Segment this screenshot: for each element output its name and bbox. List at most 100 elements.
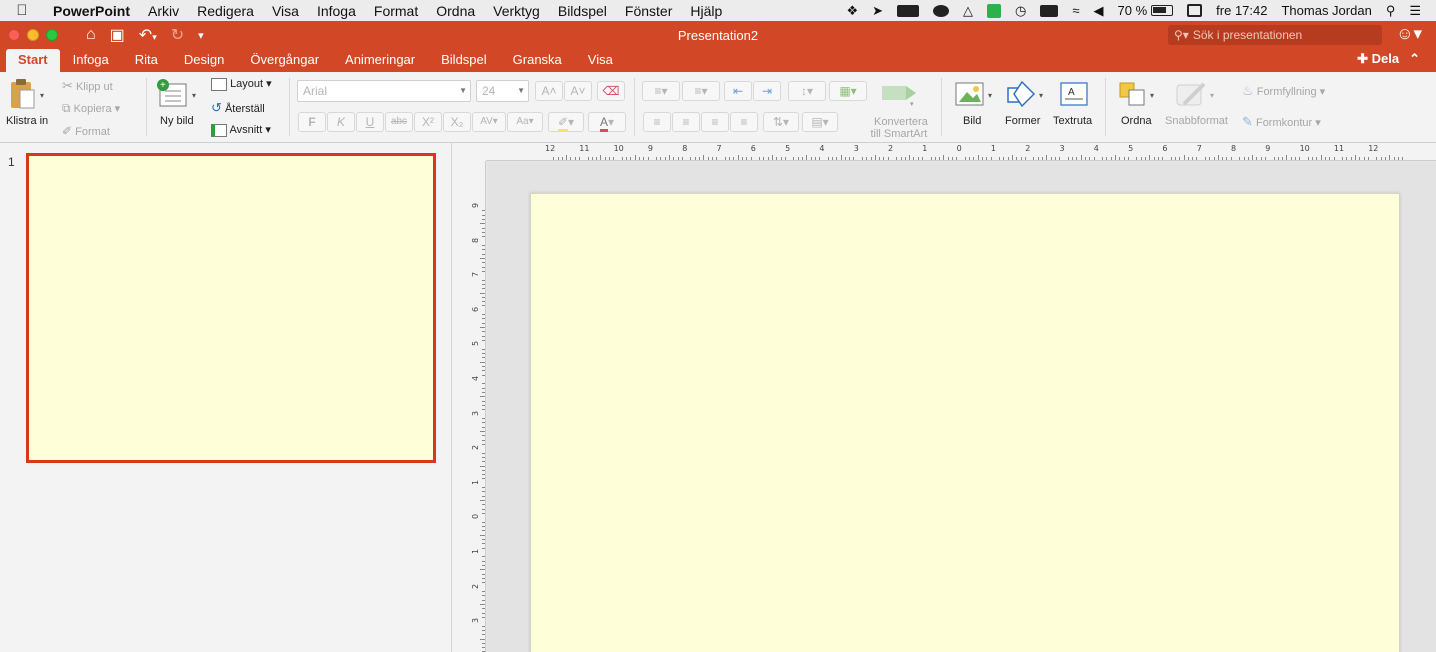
menu-fonster[interactable]: Fönster [616, 3, 681, 19]
textbox-button[interactable]: A [1059, 80, 1089, 108]
redo-icon[interactable]: ↻ [171, 25, 184, 45]
clock[interactable]: fre 17:42 [1209, 3, 1274, 18]
increase-indent-button[interactable]: ⇥ [753, 81, 781, 101]
layout-button[interactable]: Layout ▾ [211, 77, 272, 91]
feedback-smiley-icon[interactable]: ☺▾ [1396, 24, 1422, 44]
menu-app-name[interactable]: PowerPoint [44, 3, 139, 19]
tab-granska[interactable]: Granska [500, 49, 575, 72]
underline-button[interactable]: U [356, 112, 384, 132]
italic-button[interactable]: K [327, 112, 355, 132]
slide-thumbnail-selected[interactable] [26, 153, 436, 463]
tab-infoga[interactable]: Infoga [60, 49, 122, 72]
align-text-button[interactable]: ▤▾ [802, 112, 838, 132]
arrange-button[interactable]: ▾ [1119, 80, 1159, 108]
time-machine-icon[interactable]: ◷ [1008, 3, 1033, 19]
battery-status[interactable]: 70 % [1111, 3, 1181, 18]
align-left-button[interactable]: ≡ [643, 112, 671, 132]
menu-verktyg[interactable]: Verktyg [484, 3, 549, 19]
strikethrough-button[interactable]: abc [385, 112, 413, 132]
minimize-window-button[interactable] [27, 29, 39, 41]
hat-icon[interactable] [926, 4, 956, 17]
tab-visa[interactable]: Visa [575, 49, 626, 72]
save-icon[interactable]: ▣ [110, 25, 125, 45]
share-button[interactable]: ✚ Dela ⌃ [1357, 51, 1420, 67]
menu-redigera[interactable]: Redigera [188, 3, 263, 19]
change-case-button[interactable]: Aa▾ [507, 112, 543, 132]
shape-outline-button[interactable]: ✎ Formkontur ▾ [1242, 114, 1321, 130]
slide-canvas[interactable] [530, 193, 1400, 652]
bullets-button[interactable]: ≡▾ [642, 81, 680, 101]
clear-formatting-icon[interactable]: ⌫ [597, 81, 625, 101]
shapes-button[interactable]: ▾ [1006, 80, 1048, 108]
decrease-font-size-button[interactable]: A˅ [564, 81, 592, 101]
font-name-combobox[interactable]: Arial ▼ [297, 80, 471, 102]
ruler-label: 2 [888, 144, 894, 153]
pane-splitter[interactable] [452, 143, 468, 652]
close-window-button[interactable] [8, 29, 20, 41]
tab-rita[interactable]: Rita [122, 49, 171, 72]
menu-format[interactable]: Format [365, 3, 427, 19]
menu-arkiv[interactable]: Arkiv [139, 3, 188, 19]
decrease-indent-button[interactable]: ⇤ [724, 81, 752, 101]
columns-button[interactable]: ▦▾ [829, 81, 867, 101]
telegram-icon[interactable]: ➤ [865, 3, 890, 19]
highlight-color-button[interactable]: ✐▾ [548, 112, 584, 132]
ruler-tick [1136, 157, 1138, 160]
tab-design[interactable]: Design [171, 49, 237, 72]
character-spacing-button[interactable]: AV▾ [472, 112, 506, 132]
picture-button[interactable]: ▾ [955, 80, 997, 108]
evernote-icon[interactable] [980, 3, 1008, 18]
tab-animeringar[interactable]: Animeringar [332, 49, 428, 72]
volume-icon[interactable]: ◀ [1087, 3, 1111, 19]
copy-button[interactable]: ⧉ Kopiera ▾ [62, 101, 120, 116]
undo-icon[interactable]: ↶▾ [139, 25, 157, 45]
search-input[interactable]: ⚲▾ Sök i presentationen [1168, 25, 1382, 45]
triangle-icon[interactable]: △ [956, 3, 980, 19]
menu-ordna[interactable]: Ordna [427, 3, 484, 19]
superscript-button[interactable]: X² [414, 112, 442, 132]
ruler-tick [482, 422, 485, 424]
zoom-window-button[interactable] [46, 29, 58, 41]
memory-icon[interactable] [1033, 4, 1065, 17]
section-button[interactable]: Avsnitt ▾ [211, 123, 271, 137]
cut-button[interactable]: ✂ Klipp ut [62, 78, 113, 94]
line-spacing-button[interactable]: ↕▾ [788, 81, 826, 101]
text-direction-button[interactable]: ⇅▾ [763, 112, 799, 132]
customize-toolbar-icon[interactable]: ▾ [198, 29, 204, 42]
menu-visa[interactable]: Visa [263, 3, 308, 19]
convert-smartart-button[interactable]: ▾ [880, 80, 920, 108]
menu-infoga[interactable]: Infoga [308, 3, 365, 19]
tab-start[interactable]: Start [6, 49, 60, 72]
quick-styles-button[interactable]: ▾ [1176, 80, 1218, 108]
align-right-button[interactable]: ≡ [701, 112, 729, 132]
wd-icon[interactable] [890, 4, 926, 17]
tab-bildspel[interactable]: Bildspel [428, 49, 500, 72]
font-size-combobox[interactable]: 24 ▼ [476, 80, 529, 102]
font-color-button[interactable]: A▾ [588, 112, 626, 132]
numbering-button[interactable]: ≡▾ [682, 81, 720, 101]
dropbox-icon[interactable]: ❖ [839, 3, 865, 19]
menu-bildspel[interactable]: Bildspel [549, 3, 616, 19]
reset-button[interactable]: ↺ Återställ [211, 100, 265, 116]
vertical-ruler[interactable]: 9 8 7 6 5 4 3 2 1 0 1 2 3 [468, 161, 486, 652]
shape-fill-button[interactable]: ♨ Formfyllning ▾ [1242, 83, 1325, 99]
collapse-ribbon-icon[interactable]: ⌃ [1409, 51, 1420, 67]
menu-hjalp[interactable]: Hjälp [681, 3, 731, 19]
calendar-icon[interactable] [1180, 4, 1209, 17]
bold-button[interactable]: F [298, 112, 326, 132]
tab-overgangar[interactable]: Övergångar [237, 49, 332, 72]
align-center-button[interactable]: ≡ [672, 112, 700, 132]
paste-button[interactable]: ▾ [8, 78, 46, 112]
home-icon[interactable]: ⌂ [86, 26, 96, 44]
format-painter-button[interactable]: ✐ Format [62, 124, 110, 138]
spotlight-search-icon[interactable]: ⚲ [1379, 3, 1403, 19]
subscript-button[interactable]: X₂ [443, 112, 471, 132]
notification-center-icon[interactable]: ☰ [1402, 3, 1428, 19]
increase-font-size-button[interactable]: A˄ [535, 81, 563, 101]
wifi-icon[interactable]: ≈ [1065, 3, 1086, 18]
justify-button[interactable]: ≡ [730, 112, 758, 132]
apple-menu-icon[interactable]:  [0, 2, 44, 19]
new-slide-button[interactable]: + ▾ [156, 78, 200, 112]
horizontal-ruler[interactable]: 12 11 10 9 8 7 6 5 4 3 2 1 0 1 2 3 4 5 6 7 8 9 10 11 12 [486, 143, 1436, 161]
user-name[interactable]: Thomas Jordan [1274, 3, 1378, 18]
